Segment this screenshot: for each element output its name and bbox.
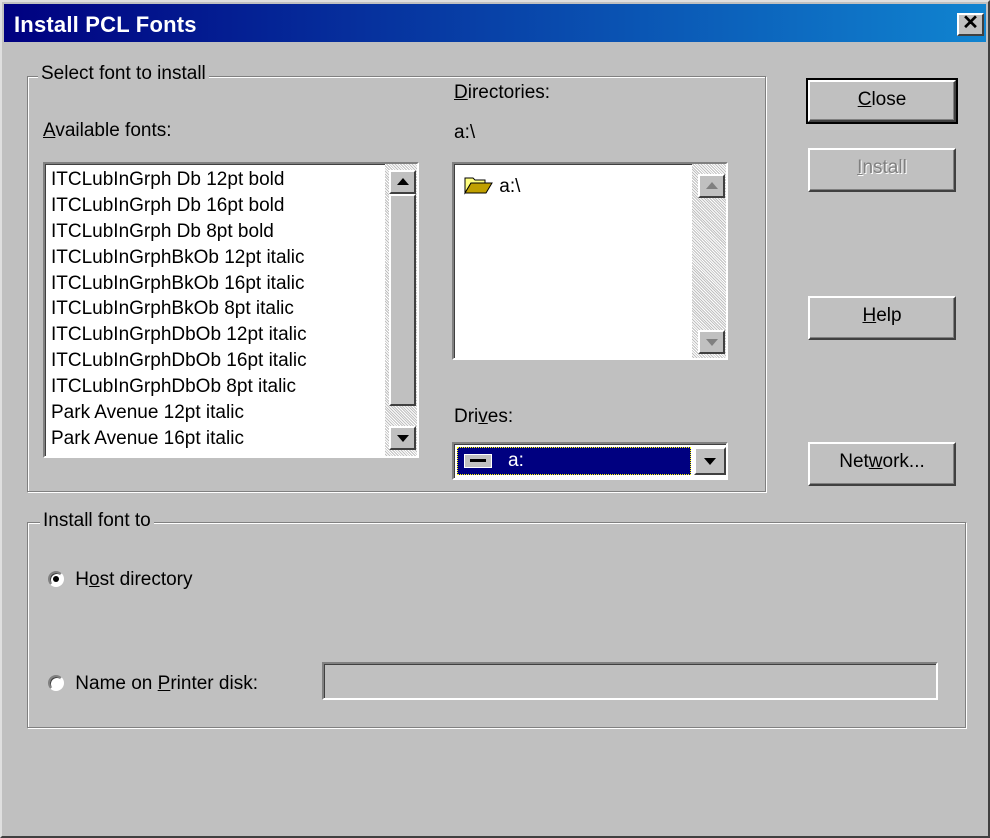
chevron-down-icon <box>704 458 716 465</box>
directory-name: a:\ <box>499 176 521 197</box>
list-item[interactable]: ITCLubInGrphBkOb 8pt italic <box>45 296 385 322</box>
list-item[interactable]: ITCLubInGrphDbOb 12pt italic <box>45 322 385 348</box>
radio-dot-icon <box>53 576 59 582</box>
list-item[interactable]: ITCLubInGrph Db 8pt bold <box>45 219 385 245</box>
scroll-down-button[interactable] <box>389 426 416 450</box>
network-button[interactable]: Network... <box>808 442 956 486</box>
title-close-button[interactable]: ✕ <box>957 13 984 36</box>
install-font-to-legend: Install font to <box>40 510 154 532</box>
arrow-up-icon <box>705 182 718 189</box>
list-item[interactable]: a:\ <box>464 174 520 200</box>
scroll-thumb[interactable] <box>389 194 416 406</box>
drives-combobox[interactable]: a: <box>452 442 728 480</box>
list-item[interactable]: ITCLubInGrphBkOb 16pt italic <box>45 271 385 297</box>
window-title: Install PCL Fonts <box>14 12 197 37</box>
host-directory-radio[interactable] <box>48 571 64 587</box>
floppy-drive-icon <box>464 454 492 468</box>
close-button[interactable]: Close <box>806 78 958 124</box>
printer-disk-option[interactable]: Name on Printer disk: <box>48 672 258 696</box>
list-item[interactable]: Park Avenue 12pt italic <box>45 400 385 426</box>
drives-dropdown-button[interactable] <box>694 447 726 475</box>
host-directory-option[interactable]: Host directory <box>48 568 193 592</box>
printer-disk-name-field[interactable] <box>322 662 938 700</box>
fonts-list: ITCLubInGrph Db 12pt bold ITCLubInGrph D… <box>45 167 385 452</box>
available-fonts-label: Available fonts: <box>43 120 172 141</box>
list-item[interactable]: ITCLubInGrphBkOb 12pt italic <box>45 245 385 271</box>
arrow-down-icon <box>705 339 718 346</box>
drives-label: Drives: <box>454 406 514 427</box>
install-button[interactable]: Install <box>808 148 956 192</box>
available-fonts-listbox[interactable]: ITCLubInGrph Db 12pt bold ITCLubInGrph D… <box>43 162 419 458</box>
dialog-window: Install PCL Fonts ✕ Select font to insta… <box>0 0 990 838</box>
printer-disk-radio[interactable] <box>48 675 64 691</box>
scroll-up-button[interactable] <box>698 174 725 198</box>
list-item[interactable]: ITCLubInGrph Db 16pt bold <box>45 193 385 219</box>
arrow-down-icon <box>396 435 409 442</box>
title-bar[interactable]: Install PCL Fonts ✕ <box>4 4 986 42</box>
drive-letter: a: <box>508 450 524 471</box>
current-directory-path: a:\ <box>454 122 476 143</box>
scroll-down-button[interactable] <box>698 330 725 354</box>
selected-drive[interactable]: a: <box>457 447 691 475</box>
host-directory-label: Host directory <box>75 569 193 590</box>
open-folder-icon <box>464 177 493 195</box>
list-item[interactable]: Park Avenue 16pt italic <box>45 426 385 452</box>
directories-listbox[interactable]: a:\ <box>452 162 728 360</box>
list-item[interactable]: ITCLubInGrphDbOb 8pt italic <box>45 374 385 400</box>
list-item[interactable]: ITCLubInGrph Db 12pt bold <box>45 167 385 193</box>
directories-scrollbar[interactable] <box>692 164 726 358</box>
list-item[interactable]: ITCLubInGrphDbOb 16pt italic <box>45 348 385 374</box>
help-button[interactable]: Help <box>808 296 956 340</box>
scroll-up-button[interactable] <box>389 170 416 194</box>
fonts-scrollbar[interactable] <box>385 164 417 456</box>
directories-label: Directories: <box>454 82 551 103</box>
close-icon: ✕ <box>962 12 979 34</box>
printer-disk-label: Name on Printer disk: <box>75 673 258 694</box>
select-font-legend: Select font to install <box>38 63 209 85</box>
arrow-up-icon <box>396 178 409 185</box>
